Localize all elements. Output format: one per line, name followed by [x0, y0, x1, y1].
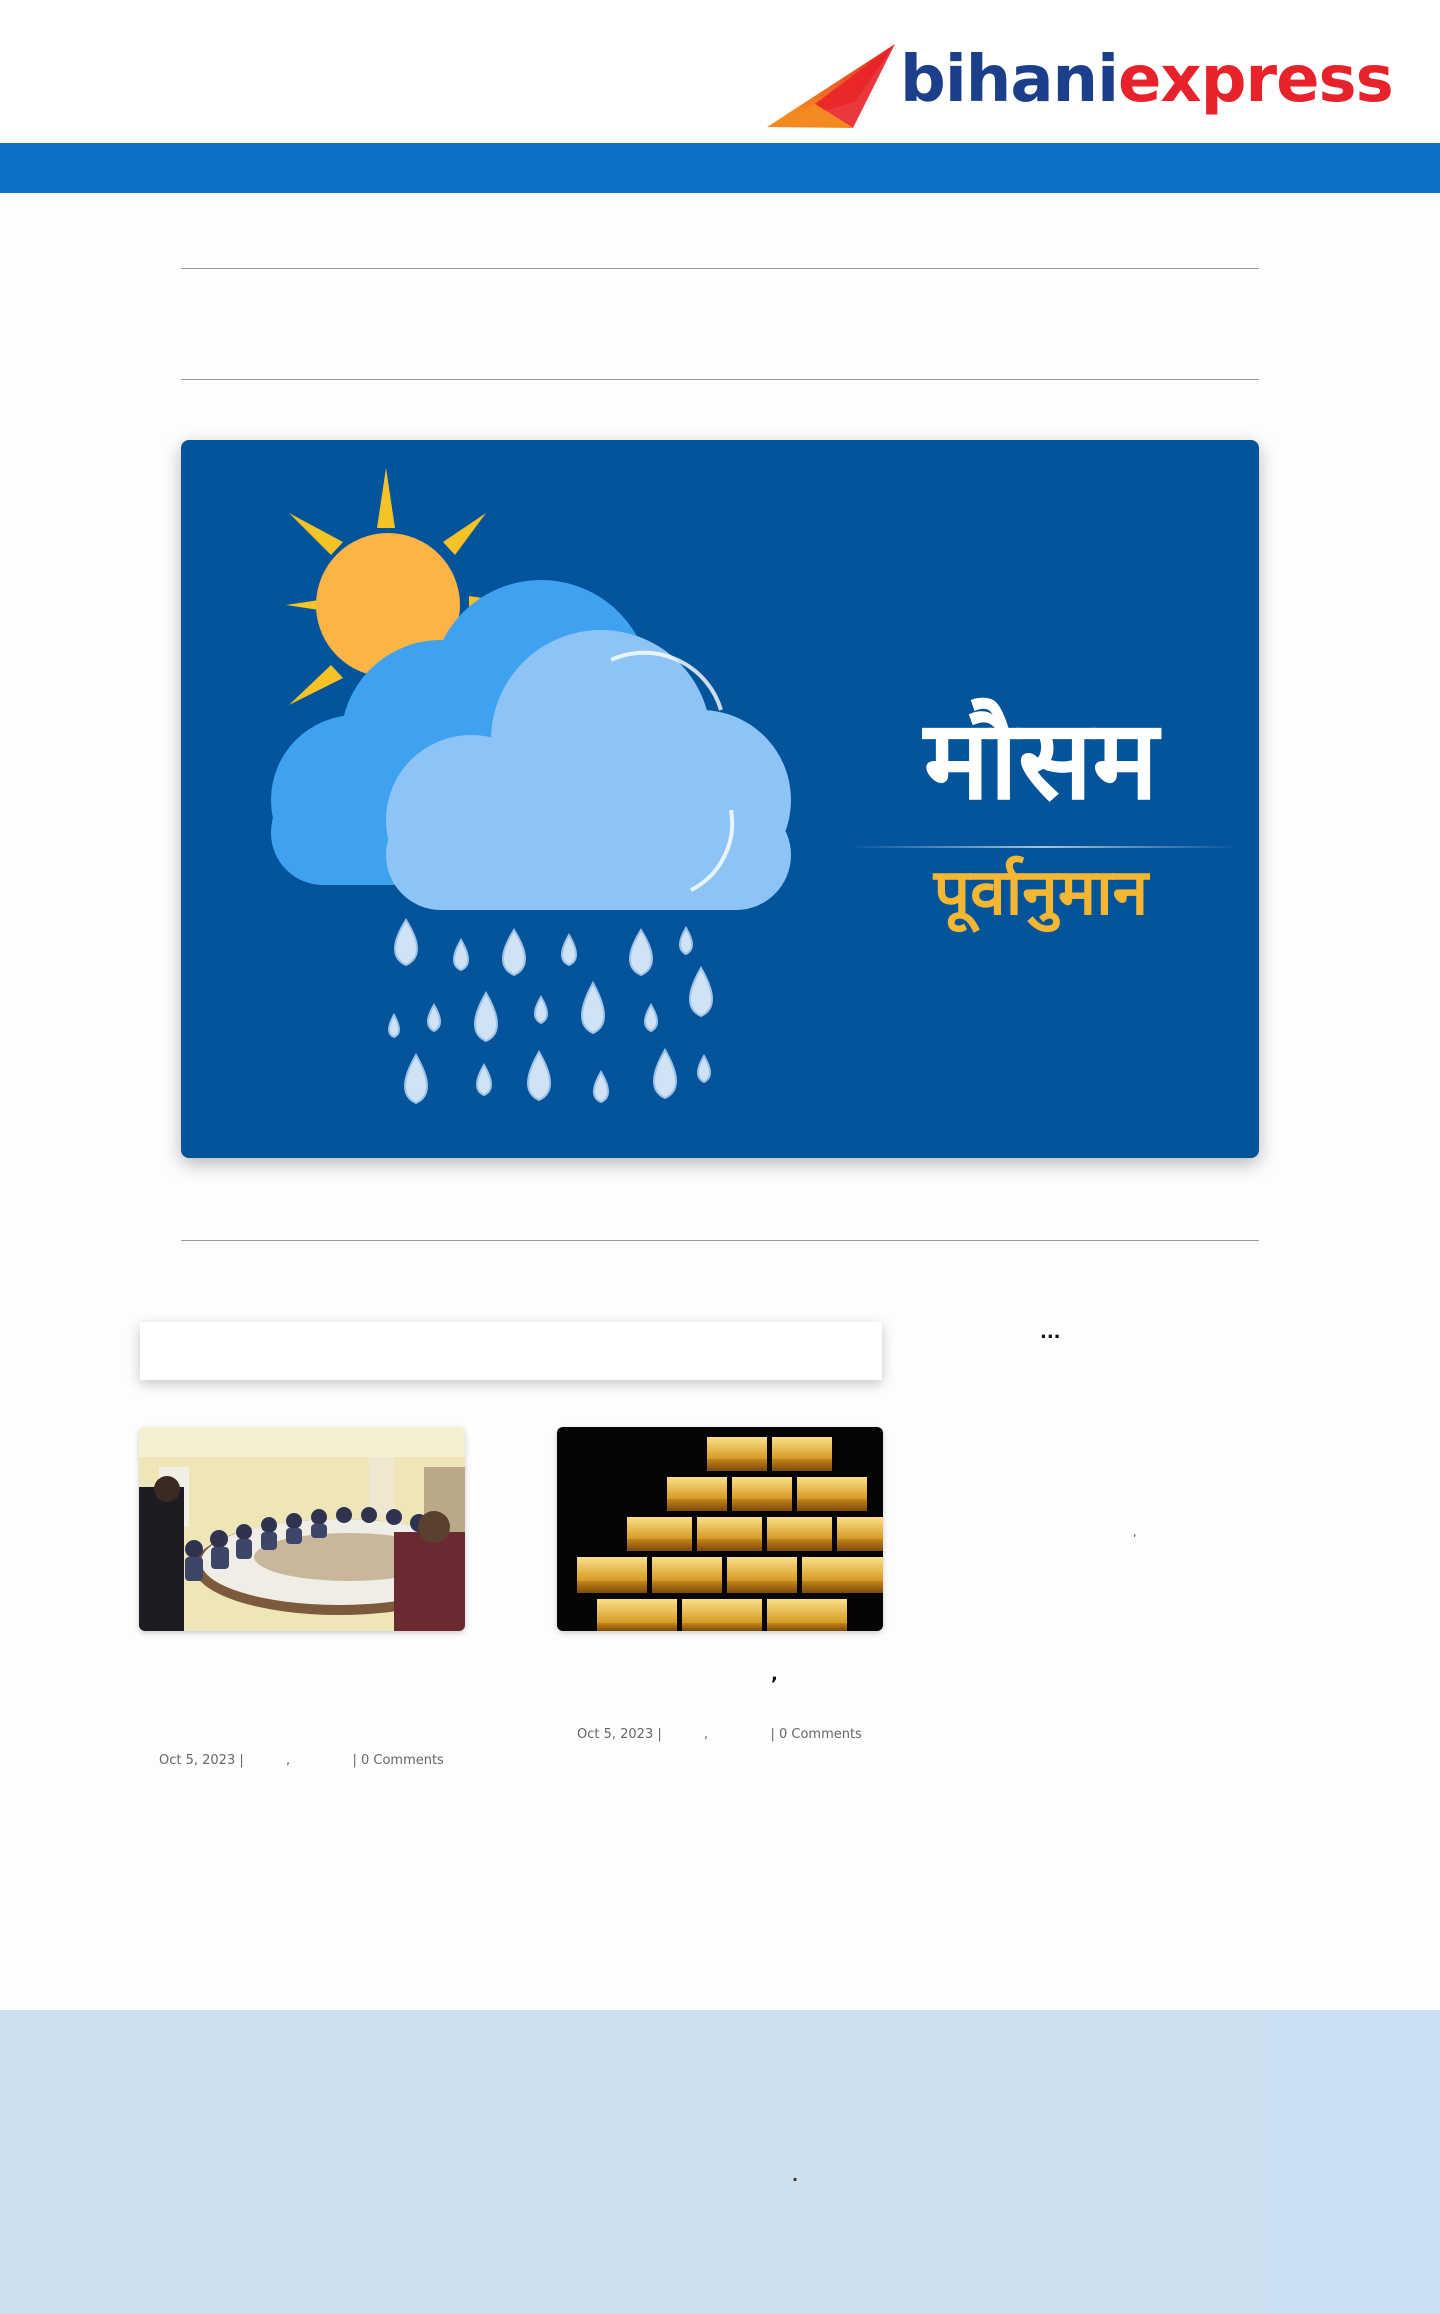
- logo-text-bihani: bihani: [900, 43, 1119, 117]
- footer-side-panel: [1268, 2010, 1440, 2314]
- main-navigation-bar: [0, 143, 1440, 193]
- section-divider: [181, 1240, 1259, 1241]
- post-meta: Oct 5, 2023 | , | 0 Comments: [159, 1753, 444, 1768]
- post-title[interactable]: ,: [771, 1664, 778, 1685]
- post-date: Oct 5, 2023 |: [159, 1753, 244, 1768]
- gold-bars-photo: [557, 1427, 883, 1631]
- post-thumbnail-meeting[interactable]: [139, 1427, 465, 1631]
- sidebar-mark: ,: [1133, 1526, 1137, 1539]
- logo-wordmark: bihaniexpress: [900, 48, 1394, 112]
- hero-subtitle: पूर्वानुमान: [933, 856, 1149, 930]
- search-input[interactable]: [140, 1322, 882, 1380]
- post-comments-link[interactable]: | 0 Comments: [770, 1727, 861, 1742]
- sidebar-ellipsis: ...: [1040, 1322, 1061, 1343]
- hero-title: मौसम: [923, 696, 1159, 824]
- section-divider: [181, 268, 1259, 269]
- site-footer: [0, 2010, 1440, 2314]
- post-thumbnail-gold[interactable]: [557, 1427, 883, 1631]
- meeting-room-photo: [139, 1427, 465, 1631]
- site-logo[interactable]: bihaniexpress: [765, 42, 1394, 132]
- footer-mark: .: [792, 2166, 799, 2185]
- post-date: Oct 5, 2023 |: [577, 1727, 662, 1742]
- section-divider: [181, 379, 1259, 380]
- post-category-separator: ,: [704, 1727, 709, 1742]
- post-comments-link[interactable]: | 0 Comments: [352, 1753, 443, 1768]
- site-header: bihaniexpress: [0, 0, 1440, 143]
- post-category-separator: ,: [286, 1753, 291, 1768]
- paper-plane-logo-icon: [767, 44, 895, 128]
- hero-title-rule: [849, 846, 1239, 848]
- logo-text-express: express: [1118, 43, 1394, 117]
- weather-forecast-banner[interactable]: मौसम पूर्वानुमान: [181, 440, 1259, 1158]
- post-meta: Oct 5, 2023 | , | 0 Comments: [577, 1727, 862, 1742]
